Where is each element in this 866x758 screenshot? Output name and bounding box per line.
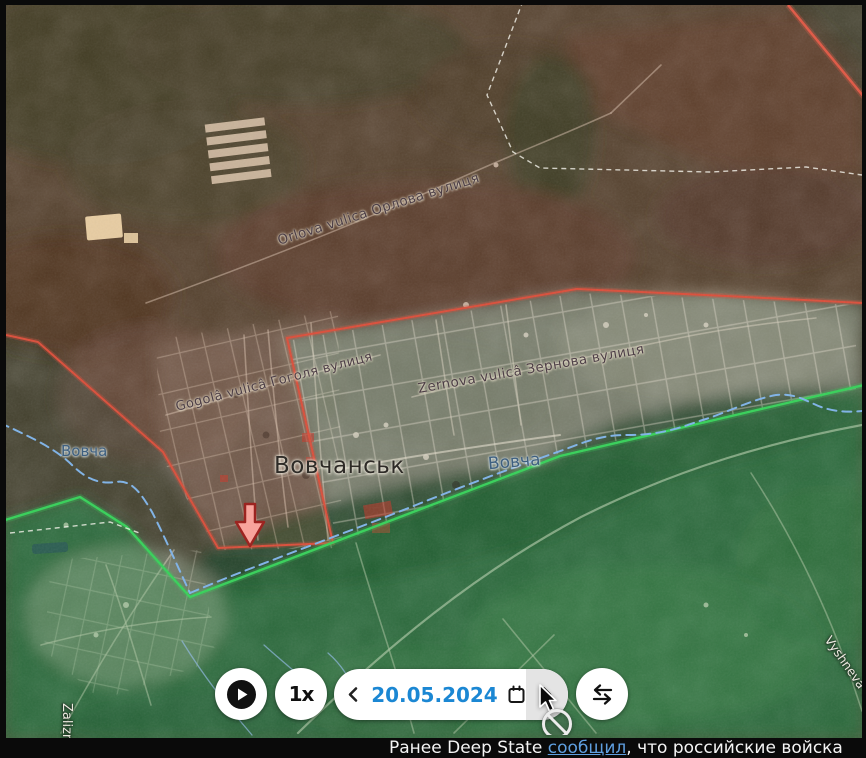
caption-text-suffix: , что российские войска	[626, 738, 843, 758]
satellite-map	[6, 5, 862, 738]
date-display[interactable]: 20.05.2024	[371, 669, 526, 720]
date-pill: 20.05.2024	[334, 669, 568, 720]
speed-label: 1x	[289, 682, 314, 706]
swap-arrows-icon	[589, 681, 616, 708]
chevron-left-icon	[346, 686, 360, 703]
date-value: 20.05.2024	[371, 683, 498, 707]
screenshot-root: { "map": { "labels": { "street_orlova": …	[0, 0, 866, 746]
speed-button[interactable]: 1x	[275, 668, 327, 720]
calendar-icon	[507, 685, 526, 704]
chevron-right-icon	[540, 686, 554, 703]
compare-button[interactable]	[576, 668, 628, 720]
play-button[interactable]	[215, 668, 267, 720]
play-icon	[226, 679, 257, 710]
news-caption: Ранее Deep State сообщил, что российские…	[389, 738, 843, 758]
map-canvas[interactable]: Orlova vulica Орлова вулиця Gogolâ vulic…	[6, 5, 862, 738]
caption-text: Ранее Deep State	[389, 738, 548, 758]
caption-link[interactable]: сообщил	[548, 738, 627, 758]
